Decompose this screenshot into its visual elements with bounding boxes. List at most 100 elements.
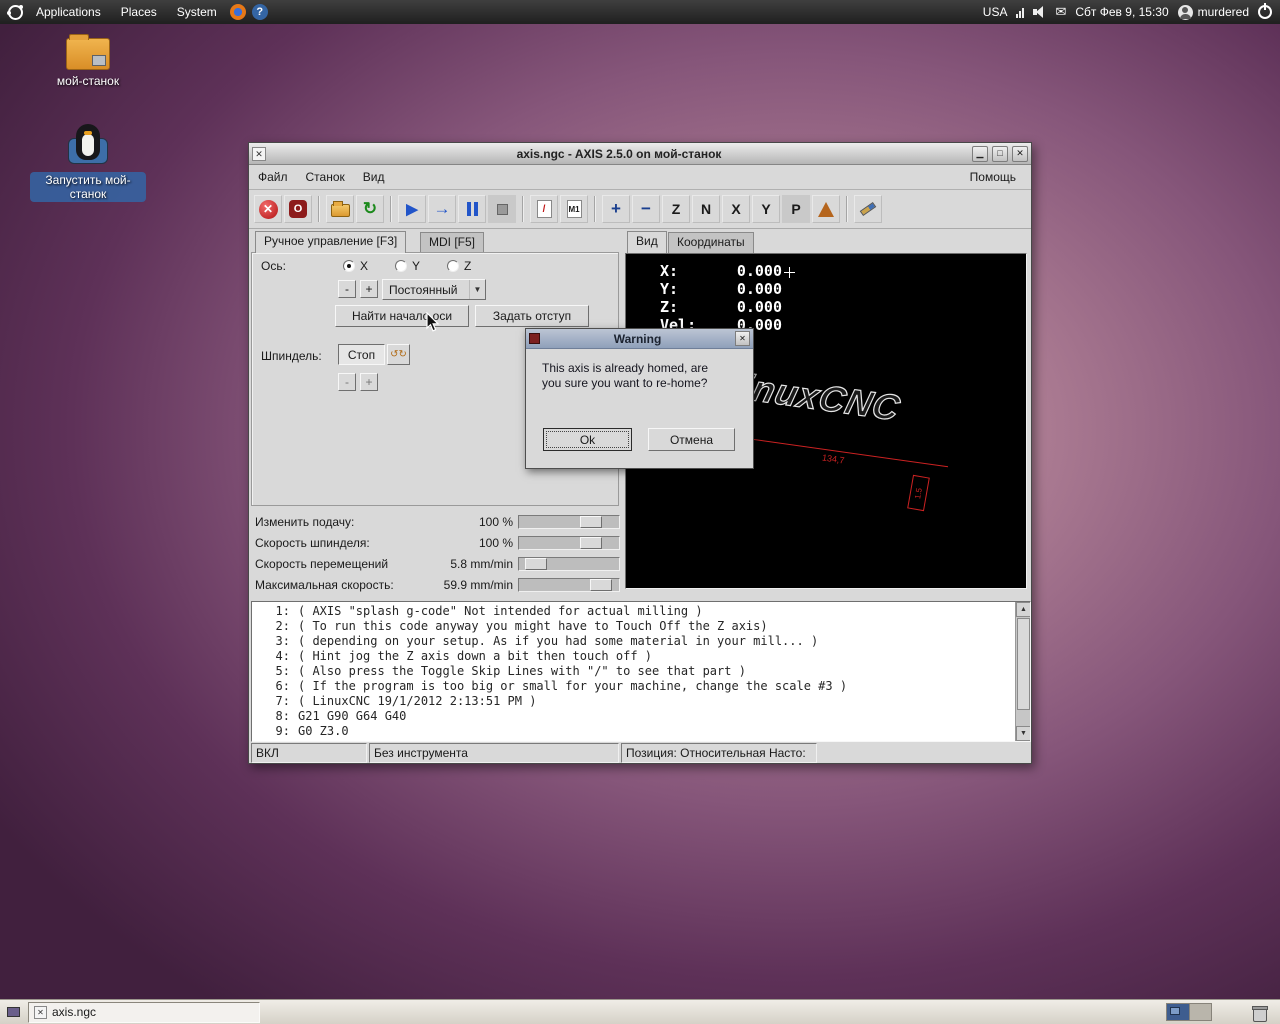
radio-axis-x[interactable] xyxy=(343,260,355,272)
window-titlebar[interactable]: ✕ axis.ngc - AXIS 2.5.0 on мой-станок ▁ … xyxy=(249,143,1031,165)
cancel-button[interactable]: Отмена xyxy=(648,428,735,451)
keyboard-layout-indicator[interactable]: USA xyxy=(983,5,1008,19)
zoom-out-button[interactable]: − xyxy=(632,195,660,223)
dimension-label: 134,7 xyxy=(821,452,846,466)
toggle-skip-lines-button[interactable]: / xyxy=(530,195,558,223)
reload-file-button[interactable]: ↻ xyxy=(356,195,384,223)
network-icon[interactable] xyxy=(1016,7,1025,18)
scrollbar-thumb[interactable] xyxy=(1017,618,1030,710)
gcode-line[interactable]: 4: ( Hint jog the Z axis down a bit then … xyxy=(252,649,1014,664)
home-axis-button[interactable]: Найти начало оси xyxy=(335,305,469,327)
stop-program-button[interactable] xyxy=(488,195,516,223)
show-desktop-button[interactable] xyxy=(2,1002,24,1023)
open-file-button[interactable] xyxy=(326,195,354,223)
menu-machine[interactable]: Станок xyxy=(297,165,354,189)
jog-mode-select[interactable]: Постоянный ▼ xyxy=(382,279,486,300)
pause-program-button[interactable] xyxy=(458,195,486,223)
tab-dro[interactable]: Координаты xyxy=(668,232,754,253)
radio-axis-y[interactable] xyxy=(395,260,407,272)
volume-icon[interactable] xyxy=(1033,6,1046,18)
mail-icon[interactable]: ✉ xyxy=(1055,4,1066,20)
jog-plus-button[interactable]: + xyxy=(360,280,378,298)
distro-logo-icon[interactable] xyxy=(7,4,23,20)
gcode-line[interactable]: 7: ( LinuxCNC 19/1/2012 2:13:51 PM ) xyxy=(252,694,1014,709)
workspace-2[interactable] xyxy=(1189,1004,1211,1020)
taskbar-item-axis[interactable]: ✕ axis.ngc xyxy=(28,1001,260,1023)
slider-handle[interactable] xyxy=(580,537,602,549)
clock[interactable]: Сбт Фев 9, 15:30 xyxy=(1075,5,1168,19)
rotate-view-button[interactable] xyxy=(812,195,840,223)
max-velocity-slider[interactable] xyxy=(518,578,620,592)
estop-button[interactable]: ✕ xyxy=(254,195,282,223)
spindle-minus-button[interactable]: - xyxy=(338,373,356,391)
gcode-line[interactable]: 5: ( Also press the Toggle Skip Lines wit… xyxy=(252,664,1014,679)
feed-override-slider[interactable] xyxy=(518,515,620,529)
mouse-cursor xyxy=(426,312,440,332)
scroll-up-icon[interactable]: ▲ xyxy=(1016,602,1030,617)
menu-file[interactable]: Файл xyxy=(249,165,297,189)
toolbar-separator xyxy=(594,196,596,222)
gcode-line[interactable]: 2: ( To run this code anyway you might ha… xyxy=(252,619,1014,634)
max-velocity-value: 59.9 mm/min xyxy=(443,578,513,592)
menu-applications[interactable]: Applications xyxy=(29,0,108,24)
task-window-label: axis.ngc xyxy=(52,1005,97,1019)
gcode-line[interactable]: 9: G0 Z3.0 xyxy=(252,724,1014,739)
dialog-titlebar[interactable]: Warning ✕ xyxy=(526,329,753,349)
view-y-button[interactable]: Y xyxy=(752,195,780,223)
maximize-button[interactable]: □ xyxy=(992,145,1008,162)
gcode-line[interactable]: 3: ( depending on your setup. As if you h… xyxy=(252,634,1014,649)
view-z-button[interactable]: Z xyxy=(662,195,690,223)
gcode-line[interactable]: 1: ( AXIS "splash g-code" Not intended fo… xyxy=(252,604,1014,619)
slider-handle[interactable] xyxy=(590,579,612,591)
spindle-turn-button[interactable]: ↺↻ xyxy=(387,344,410,365)
radio-axis-z-label: Z xyxy=(464,259,472,273)
jog-minus-button[interactable]: - xyxy=(338,280,356,298)
workspace-switcher[interactable] xyxy=(1166,1003,1212,1021)
workspace-1[interactable] xyxy=(1167,1004,1189,1020)
spindle-override-slider[interactable] xyxy=(518,536,620,550)
slider-handle[interactable] xyxy=(525,558,547,570)
clear-plot-button[interactable] xyxy=(854,195,882,223)
touch-off-button[interactable]: Задать отступ xyxy=(475,305,589,327)
step-program-button[interactable]: → xyxy=(428,195,456,223)
minimize-button[interactable]: ▁ xyxy=(972,145,988,162)
trash-icon[interactable] xyxy=(1252,1005,1268,1022)
dialog-close-icon[interactable]: ✕ xyxy=(735,331,750,346)
optional-pause-button[interactable]: M1 xyxy=(560,195,588,223)
menu-help[interactable]: Помощь xyxy=(961,165,1025,189)
ok-button[interactable]: Ok xyxy=(543,428,632,451)
gcode-listing[interactable]: 1: ( AXIS "splash g-code" Not intended fo… xyxy=(251,601,1031,742)
jog-speed-slider[interactable] xyxy=(518,557,620,571)
close-button[interactable]: ✕ xyxy=(1012,145,1028,162)
dro-z-label: Z: xyxy=(660,298,679,316)
view-z2-button[interactable]: N xyxy=(692,195,720,223)
gcode-scrollbar[interactable]: ▲ ▼ xyxy=(1015,602,1030,741)
gcode-line[interactable]: 6: ( If the program is too big or small f… xyxy=(252,679,1014,694)
menu-view[interactable]: Вид xyxy=(354,165,394,189)
power-icon[interactable] xyxy=(1258,3,1272,19)
radio-axis-z[interactable] xyxy=(447,260,459,272)
slider-handle[interactable] xyxy=(580,516,602,528)
help-icon[interactable]: ? xyxy=(251,4,268,20)
scroll-down-icon[interactable]: ▼ xyxy=(1016,726,1030,741)
view-x-button[interactable]: X xyxy=(722,195,750,223)
gcode-line-text: ( Hint jog the Z axis down a bit then to… xyxy=(298,649,653,663)
status-position-mode: Позиция: Относительная Насто: xyxy=(621,743,817,763)
menu-system[interactable]: System xyxy=(170,0,224,24)
feed-override-value: 100 % xyxy=(478,515,513,529)
user-menu[interactable]: murdered xyxy=(1177,4,1249,20)
firefox-icon[interactable] xyxy=(229,4,246,20)
desktop-icon-launcher[interactable]: Запустить мой-станок xyxy=(28,124,148,202)
spindle-stop-button[interactable]: Стоп xyxy=(338,344,385,365)
menu-places[interactable]: Places xyxy=(114,0,164,24)
tab-manual-control[interactable]: Ручное управление [F3] xyxy=(255,231,407,253)
tab-preview[interactable]: Вид xyxy=(627,231,667,253)
tab-mdi[interactable]: MDI [F5] xyxy=(420,232,485,253)
spindle-plus-button[interactable]: + xyxy=(360,373,378,391)
zoom-in-button[interactable]: + xyxy=(602,195,630,223)
run-program-button[interactable]: ▶ xyxy=(398,195,426,223)
desktop-icon-folder[interactable]: мой-станок xyxy=(28,34,148,88)
view-perspective-button[interactable]: P xyxy=(782,195,810,223)
gcode-line[interactable]: 8: G21 G90 G64 G40 xyxy=(252,709,1014,724)
machine-power-button[interactable]: O xyxy=(284,195,312,223)
